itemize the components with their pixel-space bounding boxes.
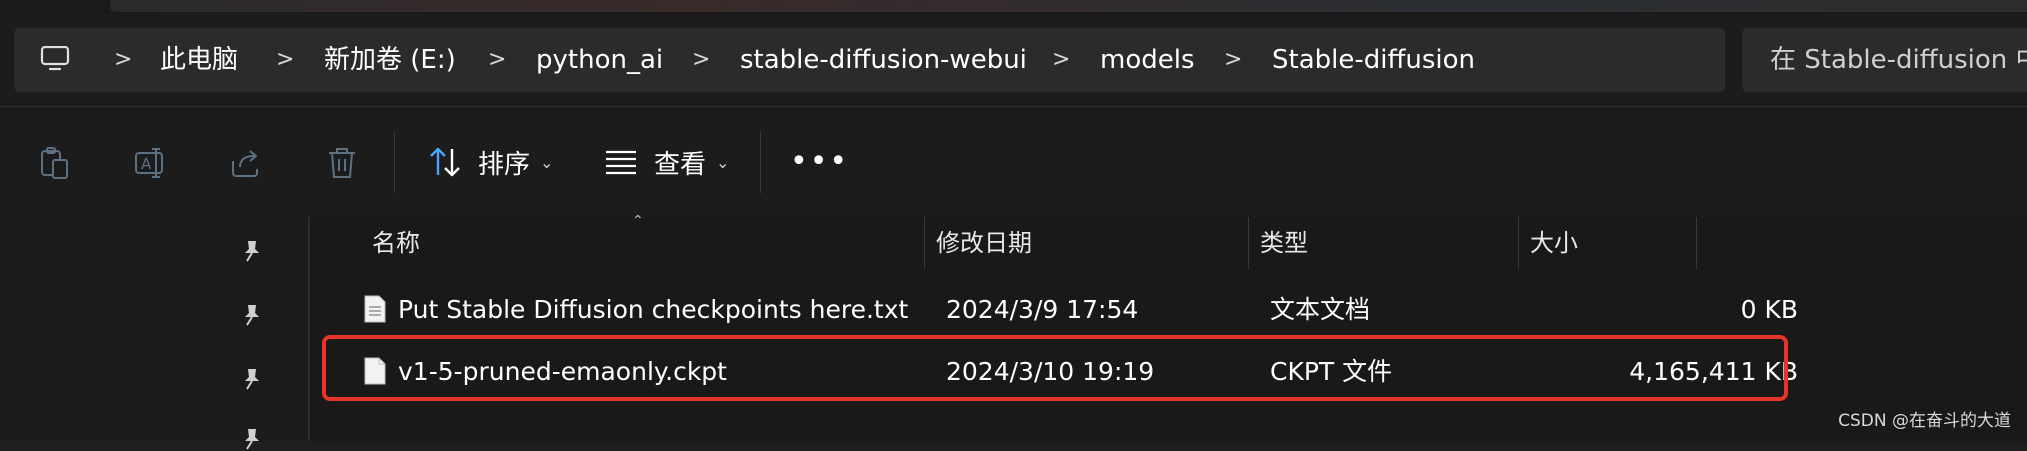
- sort-label: 排序: [478, 149, 531, 180]
- column-header-size[interactable]: 大小: [1530, 217, 1578, 269]
- text-file-icon: [364, 295, 386, 323]
- chevron-right-icon[interactable]: >: [692, 44, 710, 76]
- breadcrumb-models[interactable]: models: [1100, 44, 1195, 76]
- view-icon: [606, 150, 636, 175]
- toolbar-divider: [760, 131, 761, 193]
- sort-ascending-icon: ⌃: [632, 213, 644, 229]
- file-modified: 2024/3/9 17:54: [946, 295, 1139, 324]
- file-list: ⌃ 名称 修改日期 类型 大小 Put Stable Diffusion che…: [310, 213, 2027, 441]
- file-size: 0 KB: [1740, 295, 1798, 324]
- chevron-right-icon[interactable]: >: [488, 44, 506, 76]
- column-header-type[interactable]: 类型: [1260, 217, 1308, 269]
- column-divider[interactable]: [1248, 217, 1249, 269]
- sort-button[interactable]: 排序 ⌄: [428, 137, 553, 187]
- chevron-down-icon: ⌄: [716, 152, 730, 172]
- breadcrumb-stable-diffusion-webui[interactable]: stable-diffusion-webui: [740, 44, 1027, 76]
- pin-icon[interactable]: [242, 303, 262, 327]
- breadcrumb-python-ai[interactable]: python_ai: [536, 44, 663, 76]
- share-icon[interactable]: [228, 145, 264, 181]
- pin-icon[interactable]: [242, 239, 262, 263]
- column-divider[interactable]: [924, 217, 925, 269]
- chevron-down-icon: ⌄: [540, 152, 554, 172]
- highlight-box: [322, 335, 1788, 401]
- more-options-button[interactable]: •••: [790, 147, 849, 177]
- file-name: Put Stable Diffusion checkpoints here.tx…: [398, 295, 909, 324]
- pin-icon[interactable]: [242, 367, 262, 391]
- search-placeholder: 在 Stable-diffusion 中搜索: [1770, 45, 2027, 75]
- chevron-right-icon[interactable]: >: [1052, 44, 1070, 76]
- navigation-pane: [0, 217, 308, 450]
- rename-icon[interactable]: A: [132, 145, 168, 181]
- view-label: 查看: [654, 149, 707, 180]
- column-header-modified[interactable]: 修改日期: [936, 217, 1032, 269]
- column-header-name[interactable]: 名称: [372, 217, 420, 269]
- address-row: > 此电脑 > 新加卷 (E:) > python_ai > stable-di…: [0, 14, 2027, 106]
- breadcrumb-drive-e[interactable]: 新加卷 (E:): [324, 44, 456, 76]
- breadcrumb: > 此电脑 > 新加卷 (E:) > python_ai > stable-di…: [14, 28, 1725, 92]
- column-divider[interactable]: [1518, 217, 1519, 269]
- address-bar[interactable]: > 此电脑 > 新加卷 (E:) > python_ai > stable-di…: [14, 28, 1725, 92]
- pin-icon[interactable]: [242, 427, 262, 451]
- file-row[interactable]: Put Stable Diffusion checkpoints here.tx…: [324, 281, 1798, 339]
- watermark: CSDN @在奋斗的大道: [1838, 411, 2011, 431]
- chevron-right-icon[interactable]: >: [276, 44, 294, 76]
- command-bar: A 排序 ⌄ 查看 ⌄ •••: [0, 106, 2027, 218]
- breadcrumb-this-pc[interactable]: 此电脑: [160, 44, 238, 76]
- column-divider[interactable]: [1696, 217, 1697, 269]
- breadcrumb-stable-diffusion[interactable]: Stable-diffusion: [1272, 44, 1475, 76]
- toolbar-divider: [394, 131, 395, 193]
- window-top-strip: [0, 0, 2027, 14]
- delete-icon[interactable]: [324, 145, 360, 181]
- sort-icon: [430, 147, 460, 177]
- svg-text:A: A: [141, 155, 152, 173]
- chevron-right-icon[interactable]: >: [114, 44, 132, 76]
- tab-strip: [110, 0, 2027, 12]
- chevron-right-icon[interactable]: >: [1224, 44, 1242, 76]
- search-input[interactable]: 在 Stable-diffusion 中搜索: [1742, 28, 2027, 92]
- file-type: 文本文档: [1270, 295, 1371, 324]
- paste-icon[interactable]: [36, 145, 72, 181]
- view-button[interactable]: 查看 ⌄: [604, 137, 729, 187]
